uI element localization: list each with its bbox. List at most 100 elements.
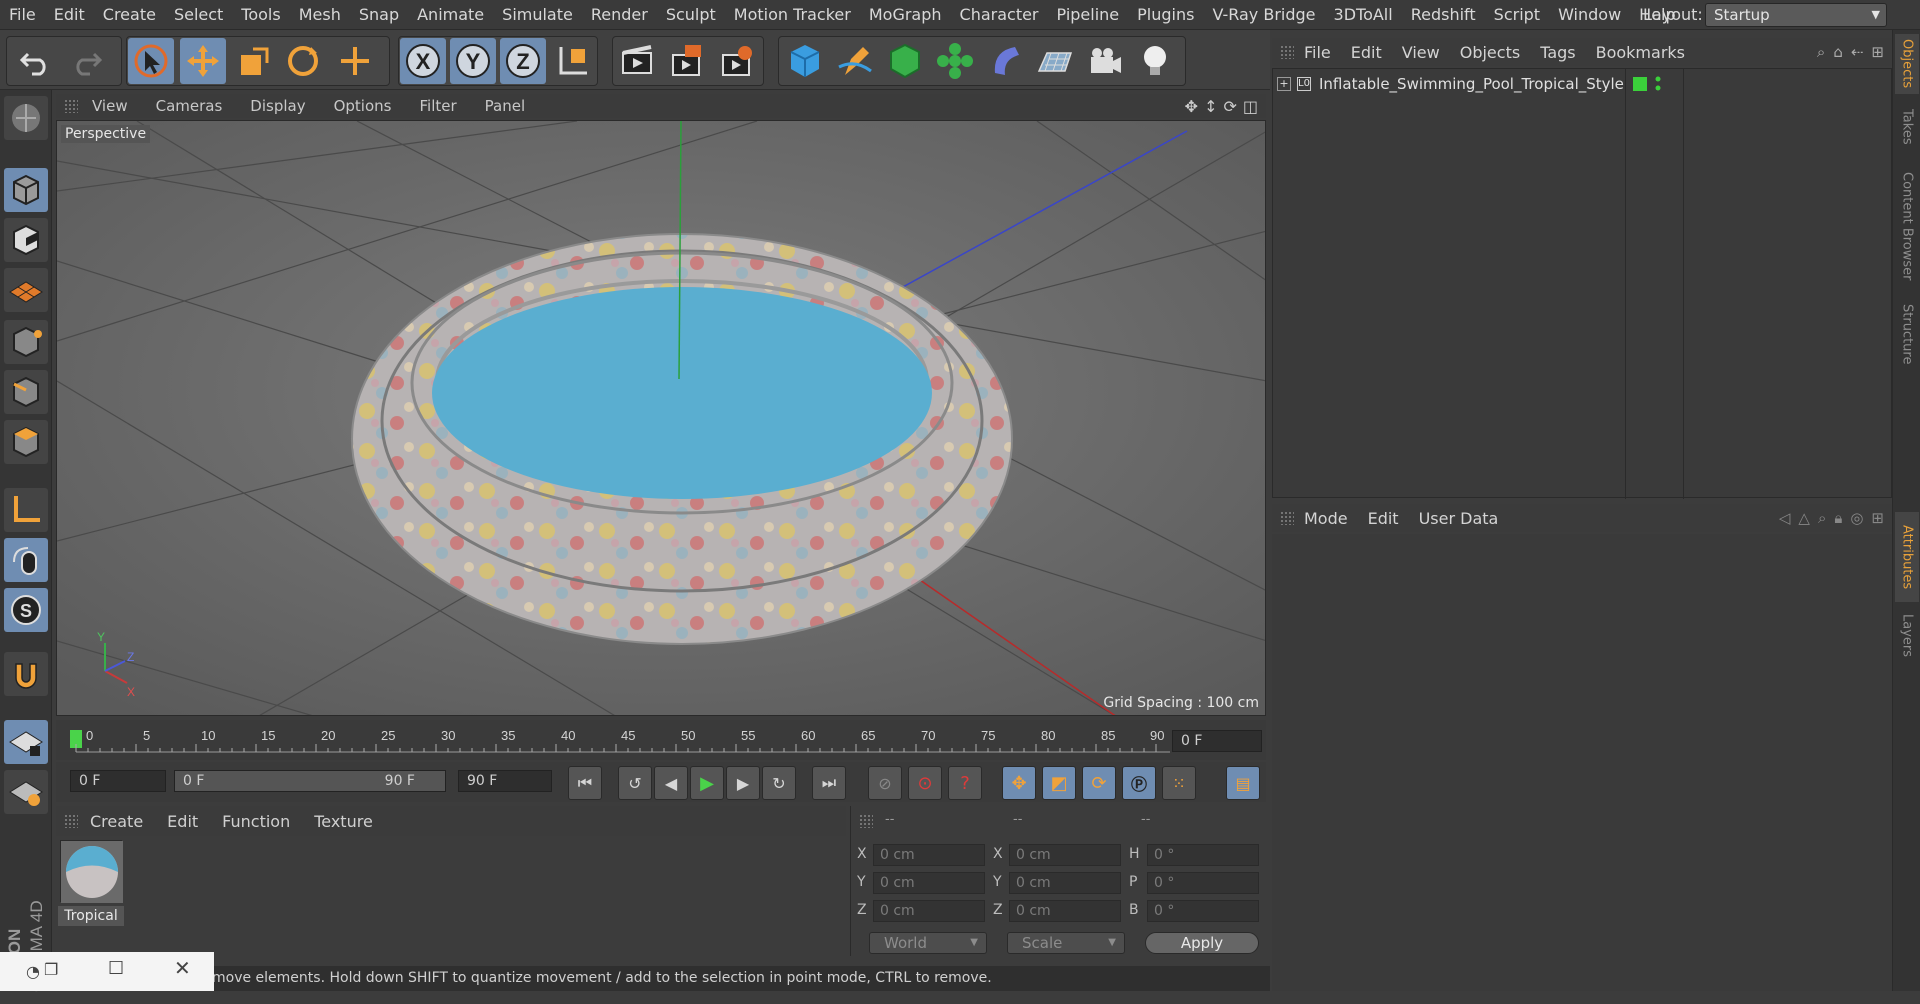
redo-button[interactable] [64, 38, 110, 84]
menu-vray-bridge[interactable]: V-Ray Bridge [1203, 0, 1324, 30]
previous-key-button[interactable]: ↺ [618, 766, 652, 800]
viewport-menu-filter[interactable]: Filter [405, 97, 470, 115]
render-view-button[interactable] [614, 38, 660, 84]
close-icon[interactable]: ✕ [174, 956, 191, 980]
material-menu-function[interactable]: Function [210, 812, 302, 831]
rotation-h-field[interactable]: 0 ° [1147, 844, 1259, 866]
snap-button[interactable]: S [4, 588, 48, 632]
end-frame-field[interactable]: 90 F [458, 770, 552, 792]
timeline-window-button[interactable]: ▤ [1226, 766, 1260, 800]
key-position-button[interactable]: ✥ [1002, 766, 1036, 800]
size-x-field[interactable]: 0 cm [1009, 844, 1121, 866]
texture-mode-button[interactable] [4, 218, 48, 262]
current-frame-field[interactable]: 0 F [1172, 730, 1262, 752]
play-button[interactable]: ▶ [690, 766, 724, 800]
attributes-menu-user-data[interactable]: User Data [1409, 509, 1509, 528]
size-y-field[interactable]: 0 cm [1009, 872, 1121, 894]
tab-objects[interactable]: Objects [1895, 34, 1919, 94]
key-point-level-button[interactable]: ⁙ [1162, 766, 1196, 800]
material-name-label[interactable]: Tropical [58, 906, 124, 926]
menu-simulate[interactable]: Simulate [493, 0, 582, 30]
menu-plugins[interactable]: Plugins [1128, 0, 1203, 30]
menu-sculpt[interactable]: Sculpt [657, 0, 725, 30]
menu-animate[interactable]: Animate [408, 0, 493, 30]
home-icon[interactable]: ⌂ [1833, 43, 1843, 61]
subdivision-button[interactable] [882, 38, 928, 84]
target-icon[interactable]: ◎ [1850, 509, 1863, 527]
pan-view-icon[interactable]: ✥ [1185, 97, 1198, 116]
viewport-menu-cameras[interactable]: Cameras [142, 97, 237, 115]
menu-pipeline[interactable]: Pipeline [1048, 0, 1129, 30]
menu-character[interactable]: Character [951, 0, 1048, 30]
frame-range-slider[interactable]: 0 F 90 F [174, 770, 446, 792]
restore-icon[interactable]: ❐ [44, 960, 58, 979]
maximize-icon[interactable]: ☐ [108, 958, 124, 979]
position-x-field[interactable]: 0 cm [873, 844, 985, 866]
menu-tools[interactable]: Tools [232, 0, 289, 30]
perspective-viewport[interactable]: Y X Z Perspective Grid Spacing : 100 cm [56, 120, 1266, 716]
live-selection-button[interactable] [332, 38, 378, 84]
rotate-tool-button[interactable] [280, 38, 326, 84]
autokey-button[interactable]: ⊙ [908, 766, 942, 800]
key-scale-button[interactable]: ◩ [1042, 766, 1076, 800]
menu-window[interactable]: Window [1549, 0, 1630, 30]
mograph-cloner-button[interactable] [932, 38, 978, 84]
toggle-panel-icon[interactable]: ◫ [1243, 97, 1258, 116]
attributes-menu-mode[interactable]: Mode [1294, 509, 1358, 528]
menu-create[interactable]: Create [94, 0, 165, 30]
back-icon[interactable]: ⇠ [1851, 43, 1864, 61]
points-mode-button[interactable] [4, 320, 48, 364]
menu-redshift[interactable]: Redshift [1402, 0, 1485, 30]
up-arrow-icon[interactable]: △ [1798, 509, 1810, 527]
cube-button[interactable] [782, 38, 828, 84]
go-to-start-button[interactable]: ⏮ [568, 766, 602, 800]
render-dots[interactable] [1655, 75, 1661, 93]
app-icon[interactable]: ◔ [26, 962, 40, 981]
menu-motion-tracker[interactable]: Motion Tracker [725, 0, 860, 30]
planar-workplane-button[interactable] [4, 770, 48, 814]
menu-snap[interactable]: Snap [350, 0, 408, 30]
objects-menu-tags[interactable]: Tags [1530, 43, 1585, 62]
locked-workplane-button[interactable] [4, 720, 48, 764]
expand-plus-icon[interactable]: + [1277, 77, 1291, 91]
objects-menu-objects[interactable]: Objects [1450, 43, 1530, 62]
panel-grip-icon[interactable] [64, 99, 78, 113]
tweak-mode-button[interactable] [4, 538, 48, 582]
panel-grip-icon[interactable] [1280, 511, 1294, 525]
scale-tool-button[interactable] [230, 38, 276, 84]
key-parameter-button[interactable]: Ⓟ [1122, 766, 1156, 800]
model-mode-button[interactable] [4, 168, 48, 212]
timeline-ruler[interactable]: 0 5 10 15 20 25 30 35 40 45 50 55 60 65 … [70, 724, 1170, 756]
go-to-end-button[interactable]: ⏭ [812, 766, 846, 800]
object-row[interactable]: + L0 Inflatable_Swimming_Pool_Tropical_S… [1277, 73, 1624, 95]
object-name[interactable]: Inflatable_Swimming_Pool_Tropical_Style [1319, 75, 1624, 93]
orbit-view-icon[interactable]: ⟳ [1223, 97, 1236, 116]
search-icon[interactable]: ⌕ [1817, 43, 1825, 61]
light-button[interactable] [1132, 38, 1178, 84]
tab-layers[interactable]: Layers [1895, 606, 1919, 666]
material-menu-edit[interactable]: Edit [155, 812, 210, 831]
undo-button[interactable] [12, 38, 58, 84]
position-z-field[interactable]: 0 cm [873, 900, 985, 922]
viewport-menu-display[interactable]: Display [236, 97, 319, 115]
edges-mode-button[interactable] [4, 370, 48, 414]
select-tool-button[interactable] [128, 38, 174, 84]
tab-structure[interactable]: Structure [1895, 294, 1919, 374]
record-keys-button[interactable]: ⊘ [868, 766, 902, 800]
back-arrow-icon[interactable]: ◁ [1779, 509, 1791, 527]
polygons-mode-button[interactable] [4, 420, 48, 464]
axis-mode-button[interactable] [4, 488, 48, 532]
panel-grip-icon[interactable] [1280, 45, 1294, 59]
material-menu-create[interactable]: Create [78, 812, 155, 831]
next-frame-button[interactable]: ▶ [726, 766, 760, 800]
previous-frame-button[interactable]: ◀ [654, 766, 688, 800]
panel-grip-icon[interactable] [859, 814, 873, 828]
visibility-tag[interactable] [1633, 77, 1647, 91]
move-tool-button[interactable] [180, 38, 226, 84]
objects-menu-bookmarks[interactable]: Bookmarks [1586, 43, 1695, 62]
panel-grip-icon[interactable] [64, 814, 78, 828]
size-z-field[interactable]: 0 cm [1009, 900, 1121, 922]
key-rotation-button[interactable]: ⟳ [1082, 766, 1116, 800]
x-axis-button[interactable]: X [400, 38, 446, 84]
rotation-p-field[interactable]: 0 ° [1147, 872, 1259, 894]
